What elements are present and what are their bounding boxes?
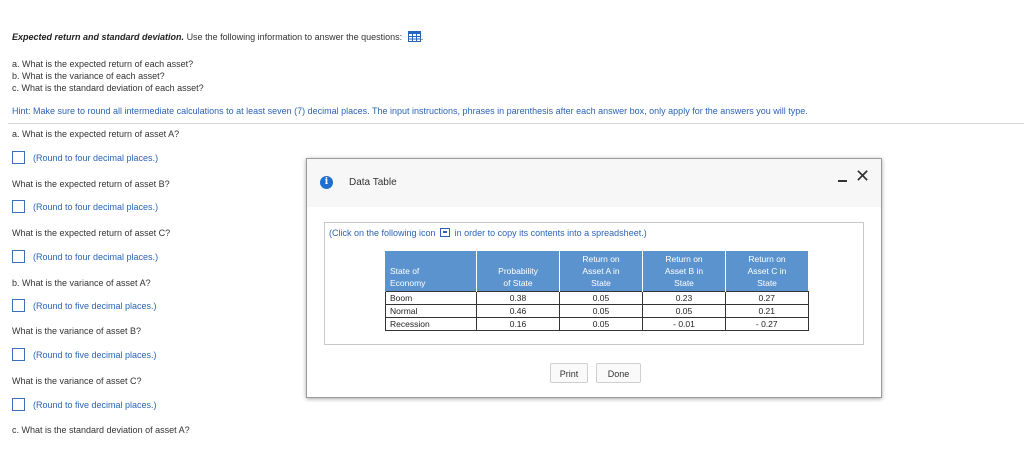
answer-input-a-asset-a[interactable] (12, 151, 25, 164)
answer-input-b-asset-c[interactable] (12, 398, 25, 411)
answer-instruction: (Round to five decimal places.) (33, 400, 157, 410)
table-cell: 0.05 (559, 304, 643, 318)
title-bold: Expected return and standard deviation. (12, 32, 185, 42)
table-cell: 0.16 (476, 317, 560, 331)
table-cell: 0.27 (725, 291, 809, 305)
table-cell: - 0.01 (642, 317, 726, 331)
table-cell: 0.05 (642, 304, 726, 318)
question-b-asset-b: What is the variance of asset B? (12, 326, 142, 336)
title-instructions: Use the following information to answer … (186, 32, 403, 42)
table-cell: Recession (385, 317, 477, 331)
answer-instruction: (Round to four decimal places.) (33, 252, 159, 262)
column-header: Return on Asset A in State (559, 251, 643, 292)
question-item-a: a. What is the expected return of each a… (12, 59, 194, 69)
info-icon: i (320, 176, 333, 189)
column-header: Probability of State (476, 251, 560, 292)
copy-text-before: (Click on the following icon (329, 228, 436, 238)
divider (8, 123, 1024, 124)
done-button[interactable]: Done (596, 363, 641, 383)
table-cell: 0.23 (642, 291, 726, 305)
close-icon[interactable]: ✕ (855, 168, 870, 186)
column-header: Return on Asset B in State (642, 251, 726, 292)
answer-instruction: (Round to four decimal places.) (33, 202, 159, 212)
question-list: a. What is the expected return of each a… (12, 58, 204, 94)
question-c-asset-a: c. What is the standard deviation of ass… (12, 425, 190, 435)
table-row: Normal 0.46 0.05 0.05 0.21 (385, 304, 809, 318)
dialog-header: i Data Table ✕ (307, 159, 881, 207)
hint-text: Hint: Make sure to round all intermediat… (12, 106, 808, 116)
table-row: Recession 0.16 0.05 - 0.01 - 0.27 (385, 317, 809, 331)
copy-text-after: in order to copy its contents into a spr… (454, 228, 647, 238)
question-b-asset-a: b. What is the variance of asset A? (12, 278, 151, 288)
copy-to-spreadsheet-icon[interactable] (440, 228, 451, 237)
dialog-title: Data Table (349, 177, 397, 188)
problem-title: Expected return and standard deviation. … (12, 31, 423, 42)
question-a-asset-c: What is the expected return of asset C? (12, 228, 171, 238)
answer-input-b-asset-a[interactable] (12, 299, 25, 312)
table-cell: - 0.27 (725, 317, 809, 331)
copy-instructions: (Click on the following icon in order to… (329, 228, 647, 238)
title-period: . (420, 32, 424, 42)
table-grid-icon[interactable] (407, 31, 421, 42)
print-button[interactable]: Print (550, 363, 588, 383)
table-cell: 0.05 (559, 317, 643, 331)
table-cell: 0.46 (476, 304, 560, 318)
column-header: Return on Asset C in State (725, 251, 808, 292)
answer-input-a-asset-b[interactable] (12, 200, 25, 213)
answer-input-b-asset-b[interactable] (12, 348, 25, 361)
data-table-panel: (Click on the following icon in order to… (324, 222, 864, 345)
table-cell: 0.38 (476, 291, 560, 305)
table-cell: 0.05 (559, 291, 643, 305)
table-cell: 0.21 (725, 304, 809, 318)
question-a-asset-b: What is the expected return of asset B? (12, 179, 170, 189)
table-cell: Normal (385, 304, 477, 318)
answer-instruction: (Round to five decimal places.) (33, 301, 157, 311)
table-row: Boom 0.38 0.05 0.23 0.27 (385, 291, 809, 305)
answer-input-a-asset-c[interactable] (12, 250, 25, 263)
answer-instruction: (Round to four decimal places.) (33, 153, 159, 163)
data-table-dialog: i Data Table ✕ (Click on the following i… (306, 158, 882, 398)
minimize-icon[interactable] (835, 171, 849, 185)
data-table: State of Economy Probability of State Retu… (385, 251, 809, 331)
answer-instruction: (Round to five decimal places.) (33, 350, 157, 360)
question-a-asset-a: a. What is the expected return of asset … (12, 129, 180, 139)
question-item-b: b. What is the variance of each asset? (12, 71, 165, 81)
question-item-c: c. What is the standard deviation of eac… (12, 83, 204, 93)
column-header: State of Economy (385, 251, 477, 292)
question-b-asset-c: What is the variance of asset C? (12, 376, 142, 386)
table-cell: Boom (385, 291, 477, 305)
